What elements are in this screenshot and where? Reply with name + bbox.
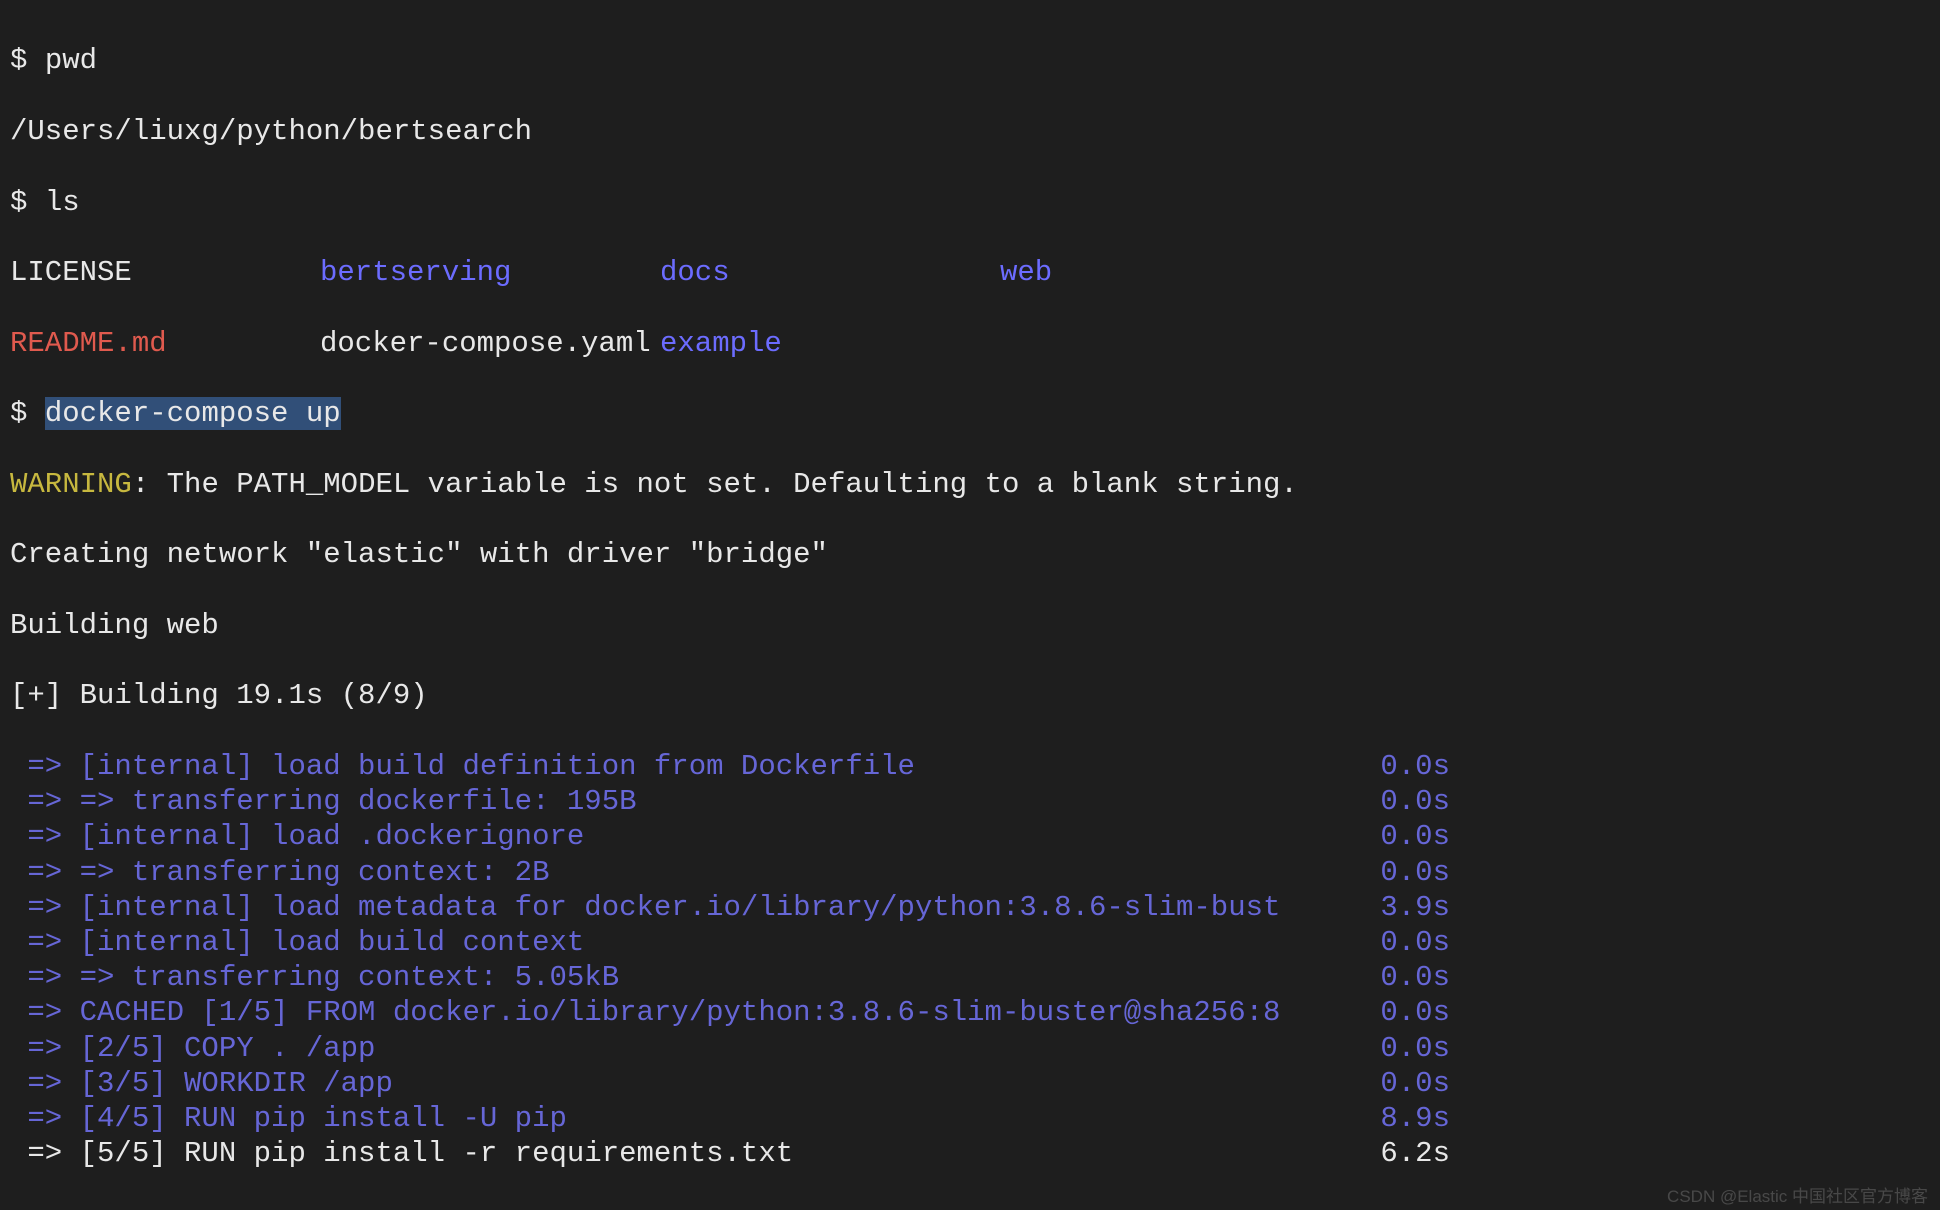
build-step: => => transferring dockerfile: 195B 0.0s bbox=[10, 784, 1450, 819]
cmd-ls: ls bbox=[45, 186, 80, 219]
build-step: => [3/5] WORKDIR /app 0.0s bbox=[10, 1066, 1450, 1101]
build-step-time: 6.2s bbox=[1380, 1136, 1450, 1171]
build-step: => [internal] load build context 0.0s bbox=[10, 925, 1450, 960]
build-step-text: => [4/5] RUN pip install -U pip bbox=[10, 1101, 567, 1136]
build-step-time: 8.9s bbox=[1380, 1101, 1450, 1136]
build-step-time: 0.0s bbox=[1380, 784, 1450, 819]
build-step: => CACHED [1/5] FROM docker.io/library/p… bbox=[10, 995, 1450, 1030]
build-steps: => [internal] load build definition from… bbox=[10, 749, 1934, 1171]
dir-bertserving: bertserving bbox=[320, 255, 660, 290]
dir-example: example bbox=[660, 326, 1000, 361]
build-step-time: 0.0s bbox=[1380, 1031, 1450, 1066]
warning-label: WARNING bbox=[10, 468, 132, 501]
build-step-time: 0.0s bbox=[1380, 819, 1450, 854]
cmd-line-ls: $ ls bbox=[10, 185, 1934, 220]
build-step: => [2/5] COPY . /app 0.0s bbox=[10, 1031, 1450, 1066]
download-line: => => # Downloading Flask-2.2.2-py3-none… bbox=[10, 1207, 1934, 1210]
file-docker-compose-yaml: docker-compose.yaml bbox=[320, 326, 660, 361]
build-step: => => transferring context: 2B 0.0s bbox=[10, 855, 1450, 890]
build-step-text: => [internal] load build definition from… bbox=[10, 749, 915, 784]
build-step-time: 0.0s bbox=[1380, 960, 1450, 995]
watermark: CSDN @Elastic 中国社区官方博客 bbox=[1667, 1187, 1928, 1208]
creating-network: Creating network "elastic" with driver "… bbox=[10, 537, 1934, 572]
build-step: => => transferring context: 5.05kB 0.0s bbox=[10, 960, 1450, 995]
terminal-output[interactable]: $ pwd /Users/liuxg/python/bertsearch $ l… bbox=[0, 0, 1940, 1210]
build-step: => [5/5] RUN pip install -r requirements… bbox=[10, 1136, 1450, 1171]
build-step-text: => => transferring dockerfile: 195B bbox=[10, 784, 637, 819]
ls-row-2: README.mddocker-compose.yamlexample bbox=[10, 326, 1450, 361]
build-step-text: => [2/5] COPY . /app bbox=[10, 1031, 375, 1066]
build-step-text: => [internal] load build context bbox=[10, 925, 584, 960]
dir-docs: docs bbox=[660, 255, 1000, 290]
build-step-text: => => transferring context: 2B bbox=[10, 855, 550, 890]
cmd-pwd: pwd bbox=[45, 44, 97, 77]
cmd-docker-compose-up: docker-compose up bbox=[45, 397, 341, 430]
build-header: [+] Building 19.1s (8/9) bbox=[10, 678, 1934, 713]
ls-row-1: LICENSEbertservingdocsweb bbox=[10, 255, 1450, 290]
building-web: Building web bbox=[10, 608, 1934, 643]
build-step-text: => CACHED [1/5] FROM docker.io/library/p… bbox=[10, 995, 1280, 1030]
build-step-time: 0.0s bbox=[1380, 925, 1450, 960]
warning-text: : The PATH_MODEL variable is not set. De… bbox=[132, 468, 1298, 501]
file-readme: README.md bbox=[10, 326, 320, 361]
build-step-text: => => transferring context: 5.05kB bbox=[10, 960, 619, 995]
build-step-text: => [internal] load metadata for docker.i… bbox=[10, 890, 1280, 925]
file-license: LICENSE bbox=[10, 255, 320, 290]
dir-web: web bbox=[1000, 255, 1340, 290]
build-step: => [4/5] RUN pip install -U pip 8.9s bbox=[10, 1101, 1450, 1136]
cmd-line-dcup: $ docker-compose up bbox=[10, 396, 1934, 431]
build-step: => [internal] load metadata for docker.i… bbox=[10, 890, 1450, 925]
prompt: $ bbox=[10, 44, 27, 77]
build-step-text: => [3/5] WORKDIR /app bbox=[10, 1066, 393, 1101]
build-step-time: 3.9s bbox=[1380, 890, 1450, 925]
pwd-output: /Users/liuxg/python/bertsearch bbox=[10, 114, 1934, 149]
build-step: => [internal] load .dockerignore 0.0s bbox=[10, 819, 1450, 854]
build-step-time: 0.0s bbox=[1380, 995, 1450, 1030]
build-step-time: 0.0s bbox=[1380, 749, 1450, 784]
cmd-line-pwd: $ pwd bbox=[10, 43, 1934, 78]
build-step-text: => [internal] load .dockerignore bbox=[10, 819, 584, 854]
build-step-time: 0.0s bbox=[1380, 855, 1450, 890]
build-step: => [internal] load build definition from… bbox=[10, 749, 1450, 784]
build-step-text: => [5/5] RUN pip install -r requirements… bbox=[10, 1136, 793, 1171]
build-step-time: 0.0s bbox=[1380, 1066, 1450, 1101]
warning-line: WARNING: The PATH_MODEL variable is not … bbox=[10, 467, 1934, 502]
